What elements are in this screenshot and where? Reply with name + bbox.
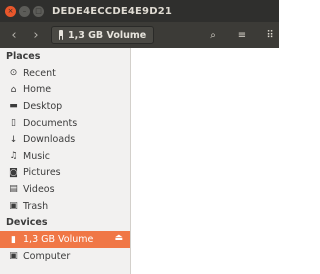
music-icon: ♫ [9, 151, 18, 162]
path-bar-button[interactable]: 1,3 GB Volume [51, 26, 155, 44]
chevron-left-icon: ‹ [11, 27, 17, 43]
sidebar-item-pictures[interactable]: ◙ Pictures [0, 165, 130, 182]
forward-button[interactable]: › [27, 26, 45, 44]
sidebar-item-label: Computer [23, 250, 71, 262]
sidebar-item-label: 1,3 GB Volume [23, 234, 94, 246]
download-icon: ↓ [9, 134, 18, 145]
sidebar-item-home[interactable]: ⌂ Home [0, 82, 130, 99]
trash-icon: ▣ [9, 201, 18, 212]
path-bar-label: 1,3 GB Volume [68, 29, 147, 41]
film-icon: ▤ [9, 184, 18, 195]
sidebar-item-music[interactable]: ♫ Music [0, 148, 130, 165]
title-bar: × – □ DEDE4ECCDE4E9D21 [0, 0, 279, 22]
sidebar-item-label: Music [23, 150, 51, 162]
close-window-button[interactable]: × [5, 5, 16, 17]
menu-button[interactable]: ≡ [231, 26, 253, 44]
clock-icon: ⊙ [9, 68, 18, 79]
close-icon: × [7, 6, 14, 15]
sidebar-item-recent[interactable]: ⊙ Recent [0, 65, 130, 82]
usb-drive-icon [59, 30, 63, 40]
maximize-window-button[interactable]: □ [33, 5, 44, 17]
sidebar-item-label: Videos [23, 183, 55, 195]
sidebar-item-label: Trash [23, 200, 49, 212]
eject-icon[interactable]: ⏏ [114, 233, 123, 243]
minimize-icon: – [22, 6, 27, 15]
sidebar-item-label: Desktop [23, 100, 63, 112]
document-icon: ▯ [11, 118, 16, 129]
sidebar-item-label: Documents [23, 117, 78, 129]
sidebar-item-documents[interactable]: ▯ Documents [0, 115, 130, 132]
grid-view-icon: ⠿ [266, 29, 274, 41]
file-view-area[interactable] [132, 48, 279, 274]
sidebar-item-label: Home [23, 84, 52, 96]
chevron-right-icon: › [33, 27, 39, 43]
back-button[interactable]: ‹ [5, 26, 23, 44]
camera-icon: ◙ [9, 167, 18, 178]
sidebar-item-trash[interactable]: ▣ Trash [0, 198, 130, 215]
usb-drive-icon: ▮ [11, 234, 16, 245]
devices-header: Devices [6, 217, 48, 229]
toolbar: ‹ › 1,3 GB Volume ⌕ ≡ ⠿ [0, 22, 279, 48]
sidebar-item-computer[interactable]: ▣ Computer [0, 248, 130, 265]
search-icon: ⌕ [210, 29, 216, 41]
sidebar-item-videos[interactable]: ▤ Videos [0, 181, 130, 198]
view-mode-button[interactable]: ⠿ [259, 26, 281, 44]
sidebar-item-desktop[interactable]: ▬ Desktop [0, 98, 130, 115]
sidebar-item-volume[interactable]: ▮ 1,3 GB Volume ⏏ [0, 231, 130, 248]
computer-icon: ▣ [9, 251, 18, 262]
desktop-folder-icon: ▬ [9, 101, 18, 112]
sidebar-item-downloads[interactable]: ↓ Downloads [0, 131, 130, 148]
sidebar-item-label: Recent [23, 67, 56, 79]
maximize-icon: □ [35, 6, 42, 15]
search-button[interactable]: ⌕ [202, 26, 224, 44]
sidebar: Places ⊙ Recent ⌂ Home ▬ Desktop ▯ Docum… [0, 48, 131, 274]
hamburger-menu-icon: ≡ [237, 29, 247, 41]
window-title: DEDE4ECCDE4E9D21 [52, 5, 173, 17]
sidebar-item-label: Downloads [23, 134, 76, 146]
minimize-window-button[interactable]: – [19, 5, 30, 17]
sidebar-item-label: Pictures [23, 167, 61, 179]
places-header: Places [6, 51, 41, 62]
home-icon: ⌂ [10, 84, 17, 95]
